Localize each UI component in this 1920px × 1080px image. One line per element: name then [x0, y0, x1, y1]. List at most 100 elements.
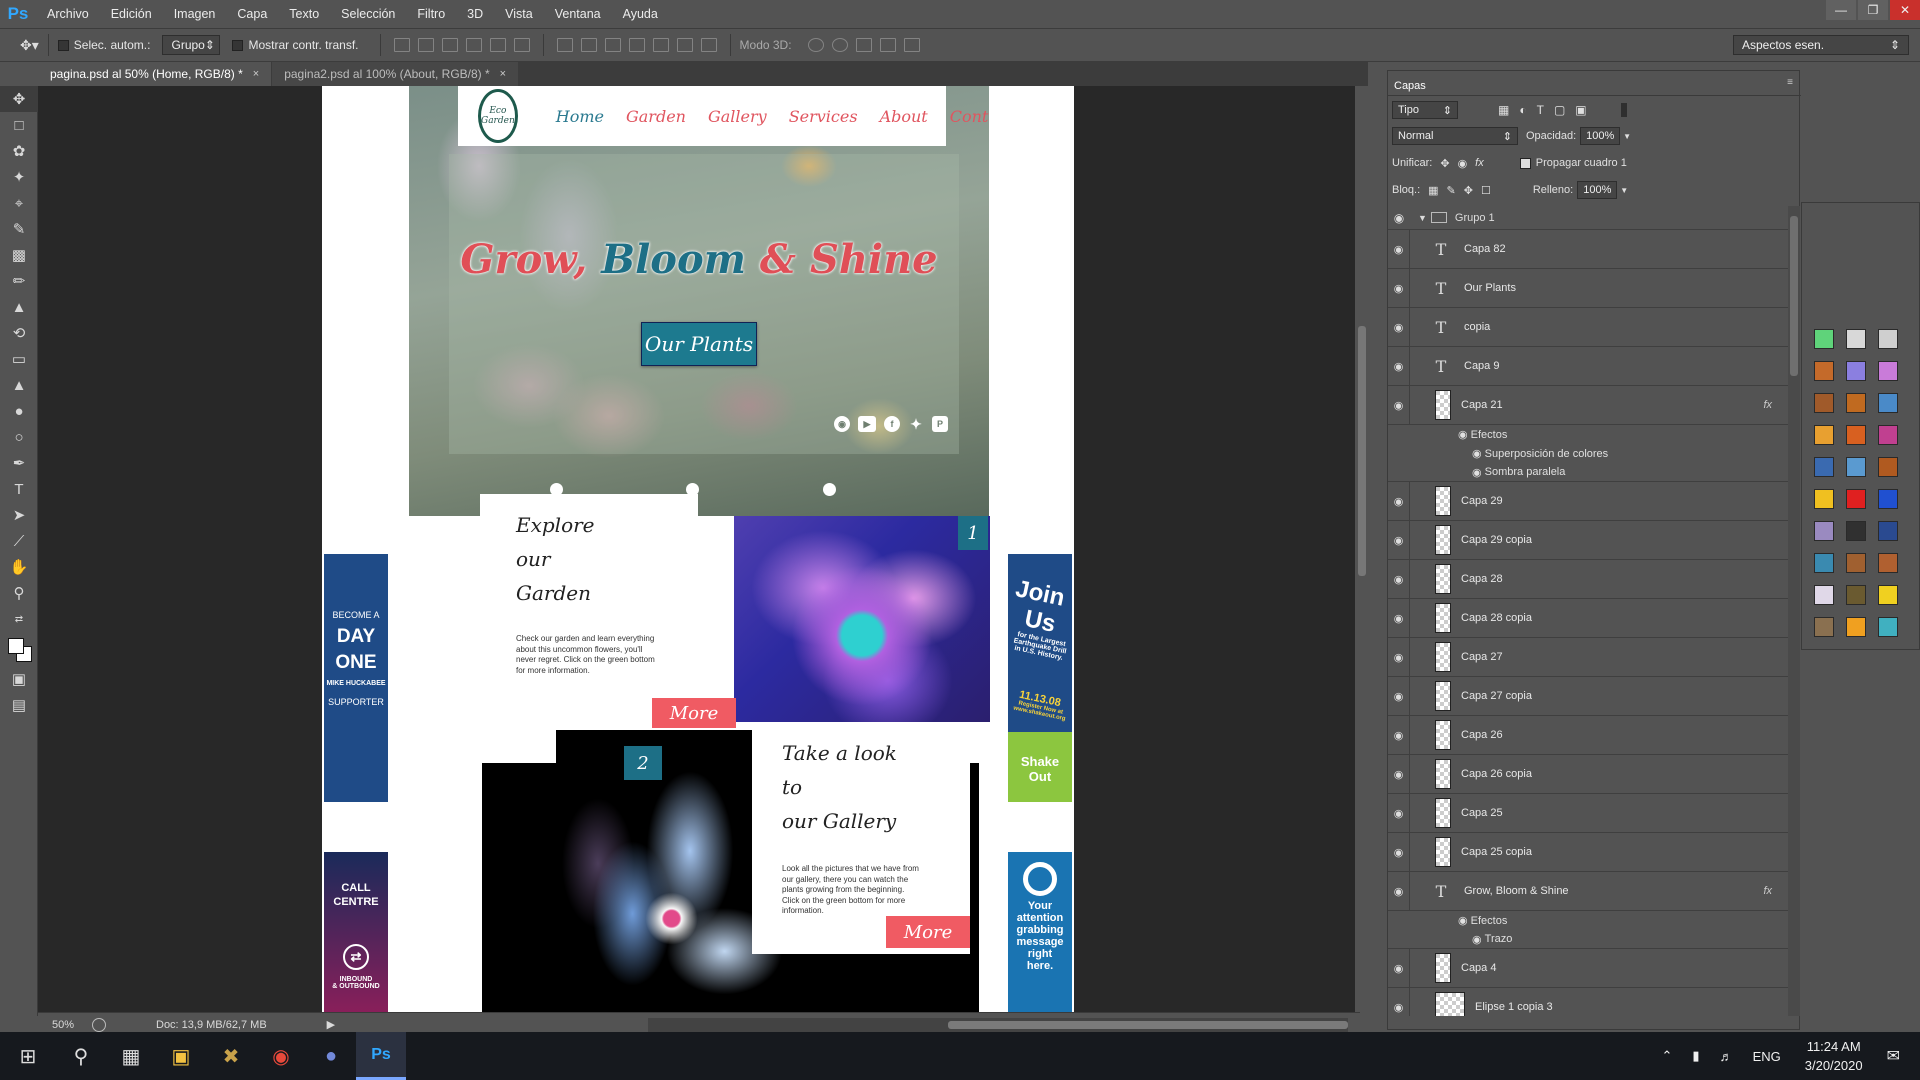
eye-icon[interactable]: ◉: [1388, 347, 1410, 385]
style-swatch[interactable]: [1878, 361, 1898, 381]
style-swatch[interactable]: [1814, 585, 1834, 605]
filter-text-icon[interactable]: T: [1537, 103, 1544, 117]
style-swatch[interactable]: [1846, 585, 1866, 605]
style-swatch[interactable]: [1878, 393, 1898, 413]
eye-icon[interactable]: ◉: [1388, 677, 1410, 715]
distribute-top-icon[interactable]: [556, 38, 573, 52]
dodge-tool-icon[interactable]: ○: [0, 424, 38, 450]
line-tool-icon[interactable]: ⟋: [0, 528, 38, 554]
layer-filter-dropdown[interactable]: Tipo ⇕: [1392, 101, 1458, 119]
lasso-tool-icon[interactable]: ✿: [0, 138, 38, 164]
effect-row[interactable]: ◉ Trazo: [1388, 930, 1788, 949]
layer-row[interactable]: ◉ Capa 28 copia: [1388, 599, 1788, 638]
menu-edicion[interactable]: Edición: [100, 0, 163, 28]
effect-row[interactable]: ◉ Sombra paralela: [1388, 463, 1788, 482]
style-swatch[interactable]: [1846, 329, 1866, 349]
unify-position-icon[interactable]: ✥: [1440, 157, 1449, 170]
eye-icon[interactable]: ◉: [1388, 988, 1410, 1016]
layer-row[interactable]: ◉ Capa 25 copia: [1388, 833, 1788, 872]
task-view-icon[interactable]: ▦: [106, 1032, 156, 1080]
style-swatch[interactable]: [1846, 457, 1866, 477]
layer-row[interactable]: ◉ Capa 27 copia: [1388, 677, 1788, 716]
text-tool-icon[interactable]: T: [0, 476, 38, 502]
crop-tool-icon[interactable]: ⌖: [0, 190, 38, 216]
tab-pagina[interactable]: pagina.psd al 50% (Home, RGB/8) * ×: [38, 62, 272, 86]
filter-toggle[interactable]: [1620, 103, 1627, 117]
layers-tab[interactable]: Capas: [1388, 77, 1428, 95]
distribute-middle-icon[interactable]: [580, 38, 597, 52]
eye-icon[interactable]: ◉: [1388, 949, 1410, 987]
panel-menu-icon[interactable]: ≡: [1787, 77, 1793, 88]
canvas-area[interactable]: Eco Garden Home Garden Gallery Services A…: [38, 86, 1360, 1014]
style-swatch[interactable]: [1878, 425, 1898, 445]
workspace-dropdown[interactable]: Aspectos esen. ⇕: [1733, 35, 1909, 55]
style-swatch[interactable]: [1814, 425, 1834, 445]
style-swatch[interactable]: [1814, 553, 1834, 573]
filter-pixel-icon[interactable]: ▦: [1498, 103, 1509, 117]
tab-pagina2[interactable]: pagina2.psd al 100% (About, RGB/8) * ×: [272, 62, 519, 86]
layer-row[interactable]: ◉ T Grow, Bloom & Shine fx: [1388, 872, 1788, 911]
rotate-3d-icon[interactable]: [807, 38, 824, 52]
eye-icon[interactable]: ◉: [1472, 466, 1485, 479]
chrome-icon[interactable]: ◉: [256, 1032, 306, 1080]
fill-field[interactable]: 100%: [1577, 181, 1618, 199]
discord-icon[interactable]: ●: [306, 1032, 356, 1080]
lock-transparent-icon[interactable]: ▦: [1428, 184, 1438, 197]
menu-3d[interactable]: 3D: [456, 0, 494, 28]
lock-pixels-icon[interactable]: ✎: [1447, 184, 1456, 197]
layer-row[interactable]: ◉ Capa 28: [1388, 560, 1788, 599]
layer-row[interactable]: ◉ T Our Plants: [1388, 269, 1788, 308]
eye-icon[interactable]: ◉: [1388, 269, 1410, 307]
align-top-icon[interactable]: [393, 38, 410, 52]
zoom-tool-icon[interactable]: ⚲: [0, 580, 38, 606]
layer-row[interactable]: ◉ T Capa 9: [1388, 347, 1788, 386]
filter-adjustment-icon[interactable]: ◐: [1519, 103, 1526, 117]
eye-icon[interactable]: ◉: [1388, 308, 1410, 346]
layer-row[interactable]: ◉ Capa 21 fx: [1388, 386, 1788, 425]
scroll-thumb[interactable]: [1358, 326, 1366, 576]
eye-icon[interactable]: ◉: [1458, 428, 1471, 441]
close-tab-icon[interactable]: ×: [500, 68, 506, 80]
layer-row[interactable]: ◉ Capa 25: [1388, 794, 1788, 833]
layer-row[interactable]: ◉ Elipse 1 copia 3: [1388, 988, 1788, 1016]
eyedropper-icon[interactable]: ✎: [0, 216, 38, 242]
volume-icon[interactable]: ♬: [1720, 1049, 1733, 1064]
lock-position-icon[interactable]: ✥: [1464, 184, 1473, 197]
style-swatch[interactable]: [1814, 489, 1834, 509]
menu-ayuda[interactable]: Ayuda: [612, 0, 669, 28]
distribute-right-icon[interactable]: [676, 38, 693, 52]
screen-mode-icon[interactable]: ▤: [0, 692, 38, 718]
style-swatch[interactable]: [1814, 521, 1834, 541]
style-swatch[interactable]: [1878, 457, 1898, 477]
clock[interactable]: 11:24 AM 3/20/2020: [1805, 1037, 1863, 1075]
eye-icon[interactable]: ◉: [1388, 794, 1410, 832]
brush-tool-icon[interactable]: ✏: [0, 268, 38, 294]
style-swatch[interactable]: [1878, 617, 1898, 637]
menu-capa[interactable]: Capa: [226, 0, 278, 28]
auto-select-dropdown[interactable]: Grupo ⇕: [162, 35, 221, 55]
style-swatch[interactable]: [1846, 489, 1866, 509]
roll-3d-icon[interactable]: [831, 38, 848, 52]
chevron-up-icon[interactable]: ⌃: [1662, 1048, 1673, 1064]
layer-row[interactable]: ◉ Capa 29 copia: [1388, 521, 1788, 560]
eye-icon[interactable]: ◉: [1388, 521, 1410, 559]
chevron-down-icon[interactable]: ▼: [1623, 132, 1631, 141]
transform-controls-checkbox[interactable]: [232, 39, 244, 51]
layer-row[interactable]: ◉ Capa 29: [1388, 482, 1788, 521]
unify-style-icon[interactable]: fx: [1475, 157, 1484, 169]
chevron-down-icon[interactable]: ▼: [1620, 186, 1628, 195]
effect-row[interactable]: ◉ Superposición de colores: [1388, 444, 1788, 463]
layers-list[interactable]: ◉ ▼ Grupo 1 ◉ T Capa 82 ◉ T Our Plants ◉ Tcop…: [1388, 206, 1788, 1016]
blend-mode-dropdown[interactable]: Normal ⇕: [1392, 127, 1518, 145]
minimize-icon[interactable]: —: [1826, 0, 1856, 20]
eye-icon[interactable]: ◉: [1388, 599, 1410, 637]
pen-tool-icon[interactable]: ✒: [0, 450, 38, 476]
layer-row[interactable]: ◉ T Capa 82: [1388, 230, 1788, 269]
league-icon[interactable]: ✖: [206, 1032, 256, 1080]
menu-imagen[interactable]: Imagen: [163, 0, 227, 28]
layer-row[interactable]: ◉ Capa 4: [1388, 949, 1788, 988]
style-swatch[interactable]: [1878, 489, 1898, 509]
style-swatch[interactable]: [1814, 617, 1834, 637]
layer-row[interactable]: ◉ Capa 26: [1388, 716, 1788, 755]
document-canvas[interactable]: Eco Garden Home Garden Gallery Services A…: [322, 86, 1074, 1014]
